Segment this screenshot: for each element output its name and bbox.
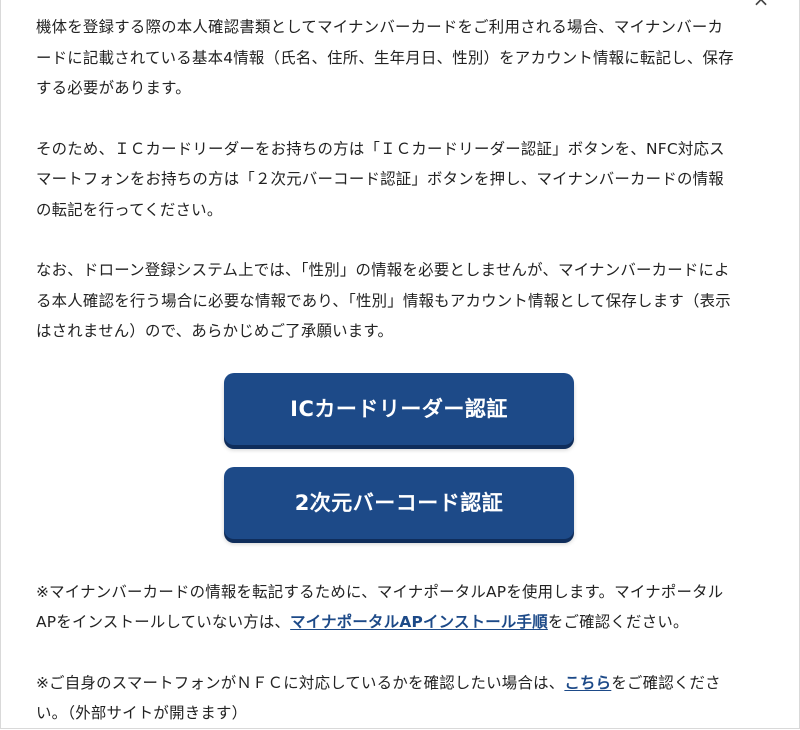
nfc-note-line-2: い。（外部サイトが開きます） — [36, 704, 248, 722]
gender-notice-paragraph: なお、ドローン登録システム上では、「性別」の情報を必要としませんが、マイナンバー… — [36, 255, 764, 347]
gender-line-2: る本人確認を行う場合に必要な情報であり、「性別」情報もアカウント情報として保存し… — [36, 291, 731, 310]
method-line-3: の転記を行ってください。 — [36, 200, 223, 219]
nfc-note-suffix: をご確認くださ — [611, 673, 721, 692]
intro-paragraph: 機体を登録する際の本人確認書類としてマイナンバーカードをご利用される場合、マイナ… — [36, 12, 764, 104]
method-line-1: そのため、ＩＣカードリーダーをお持ちの方は「ＩＣカードリーダー認証」ボタンを、N… — [36, 139, 725, 158]
method-paragraph: そのため、ＩＣカードリーダーをお持ちの方は「ＩＣカードリーダー認証」ボタンを、N… — [36, 134, 764, 226]
portal-note-suffix: をご確認ください。 — [547, 613, 689, 631]
portal-note-prefix: APをインストールしていない方は、 — [36, 613, 291, 631]
intro-line-2: ードに記載されている基本4情報（氏名、住所、生年月日、性別）をアカウント情報に転… — [36, 48, 734, 67]
method-line-2: マートフォンをお持ちの方は「２次元バーコード認証」ボタンを押し、マイナンバーカー… — [36, 170, 724, 188]
nfc-note-prefix: ※ご自身のスマートフォンがＮＦＣに対応しているかを確認したい場合は、 — [36, 673, 565, 692]
intro-line-1: 機体を登録する際の本人確認書類としてマイナンバーカードをご利用される場合、マイナ… — [36, 18, 724, 36]
notes-section: ※マイナンバーカードの情報を転記するために、マイナポータルAPを使用します。マイ… — [36, 577, 764, 729]
gender-line-1: なお、ドローン登録システム上では、「性別」の情報を必要としませんが、マイナンバー… — [36, 261, 730, 279]
auth-button-group: ICカードリーダー認証 2次元バーコード認証 — [224, 372, 574, 539]
nfc-note: ※ご自身のスマートフォンがＮＦＣに対応しているかを確認したい場合は、こちらをご確… — [36, 668, 764, 729]
portal-install-guide-link[interactable]: マイナポータルAPインストール手順 — [290, 613, 548, 631]
intro-line-3: する必要があります。 — [36, 79, 191, 97]
close-icon[interactable]: × — [752, 0, 770, 9]
ic-card-reader-auth-button[interactable]: ICカードリーダー認証 — [224, 372, 574, 445]
qr-code-auth-button[interactable]: 2次元バーコード認証 — [224, 466, 574, 539]
nfc-check-link[interactable]: こちら — [564, 674, 611, 692]
portal-note: ※マイナンバーカードの情報を転記するために、マイナポータルAPを使用します。マイ… — [36, 577, 764, 638]
gender-line-3: はされません）ので、あらかじめご了承願います。 — [36, 322, 394, 340]
portal-note-line-1: ※マイナンバーカードの情報を転記するために、マイナポータルAPを使用します。マイ… — [36, 582, 724, 601]
modal-content: 機体を登録する際の本人確認書類としてマイナンバーカードをご利用される場合、マイナ… — [36, 12, 764, 729]
